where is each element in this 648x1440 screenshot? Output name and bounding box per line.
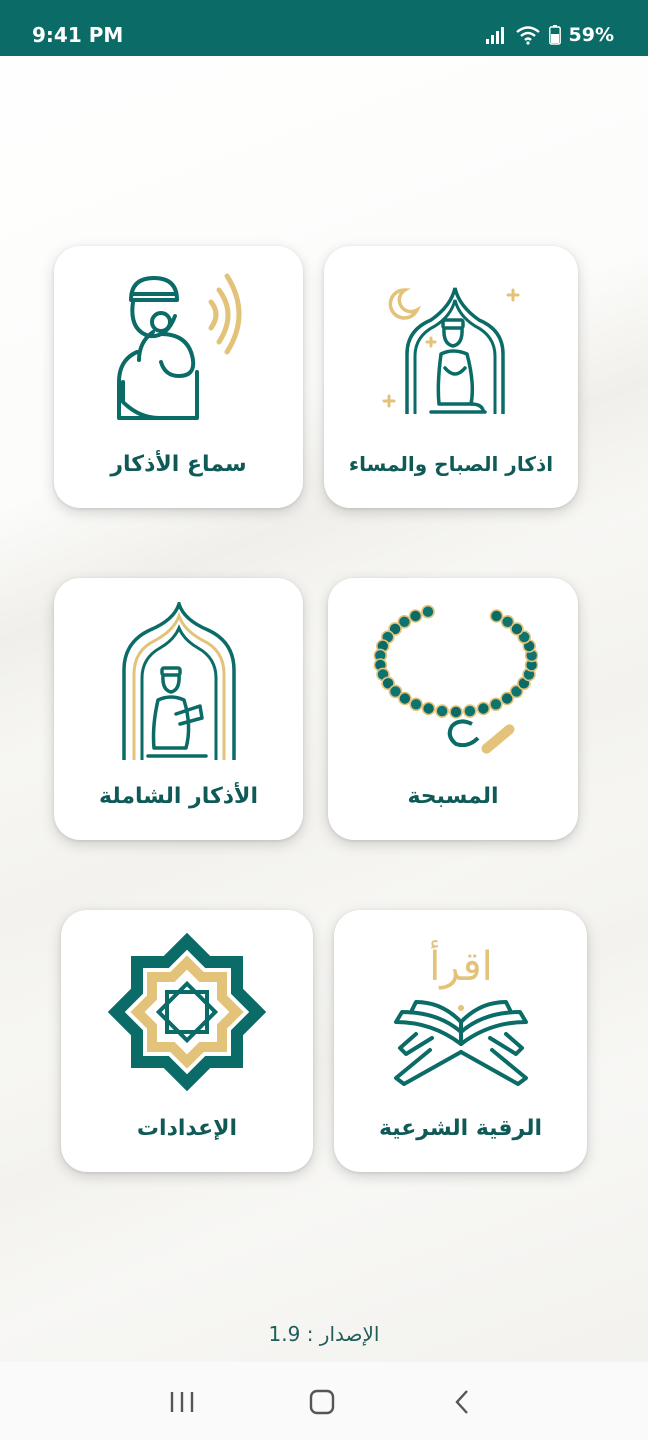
reading-person-mihrab-icon bbox=[121, 602, 236, 760]
praying-person-mosque-icon bbox=[382, 287, 520, 414]
navigation-bar bbox=[0, 1362, 648, 1440]
iqra-text: اقرأ bbox=[429, 940, 492, 990]
bead bbox=[408, 609, 423, 623]
signal-icon bbox=[485, 27, 504, 44]
complete-adhkar-label: الأذكار الشاملة bbox=[99, 784, 258, 809]
bead bbox=[463, 704, 477, 718]
prayer-beads-icon bbox=[373, 604, 538, 754]
ruqyah-card[interactable]: اقرأ الرقية الشرعية bbox=[334, 910, 587, 1172]
bead bbox=[489, 609, 504, 623]
back-icon bbox=[455, 1390, 468, 1414]
listen-adhkar-card[interactable]: سماع الأذكار bbox=[54, 246, 303, 508]
listen-adhkar-label: سماع الأذكار bbox=[110, 452, 247, 477]
ruqyah-label: الرقية الشرعية bbox=[378, 1116, 543, 1141]
back-button[interactable] bbox=[432, 1380, 492, 1424]
listening-person-icon bbox=[116, 273, 241, 420]
recent-apps-button[interactable] bbox=[152, 1380, 212, 1424]
settings-card[interactable]: الإعدادات bbox=[61, 910, 313, 1172]
status-bar: 9:41 PM 59% bbox=[0, 0, 648, 56]
morning-evening-adhkar-card[interactable]: اذكار الصباح والمساء bbox=[324, 246, 578, 508]
bead bbox=[421, 604, 435, 619]
status-icons: 59% bbox=[485, 22, 614, 48]
tasbih-card[interactable]: المسبحة bbox=[328, 578, 578, 840]
morning-evening-adhkar-label: اذكار الصباح والمساء bbox=[348, 452, 554, 476]
quran-book-icon: اقرأ bbox=[393, 940, 528, 1086]
bead bbox=[421, 701, 436, 716]
bead bbox=[409, 697, 423, 712]
status-time: 9:41 PM bbox=[32, 23, 124, 47]
battery-icon bbox=[548, 25, 561, 45]
recent-apps-icon bbox=[170, 1392, 194, 1412]
bead bbox=[435, 704, 449, 718]
bead bbox=[489, 697, 503, 712]
wifi-icon bbox=[515, 26, 540, 45]
bead bbox=[500, 614, 515, 629]
settings-label: الإعدادات bbox=[136, 1116, 238, 1141]
bead bbox=[398, 691, 412, 706]
home-icon bbox=[309, 1389, 335, 1415]
bead bbox=[449, 705, 463, 719]
bead bbox=[476, 701, 491, 716]
home-button[interactable] bbox=[292, 1380, 352, 1424]
tasbih-label: المسبحة bbox=[407, 784, 499, 809]
complete-adhkar-card[interactable]: الأذكار الشاملة bbox=[54, 578, 303, 840]
version-text: الإصدار : 1.9 bbox=[268, 1322, 380, 1346]
battery-percentage: 59% bbox=[568, 24, 614, 46]
islamic-star-icon bbox=[107, 932, 267, 1092]
